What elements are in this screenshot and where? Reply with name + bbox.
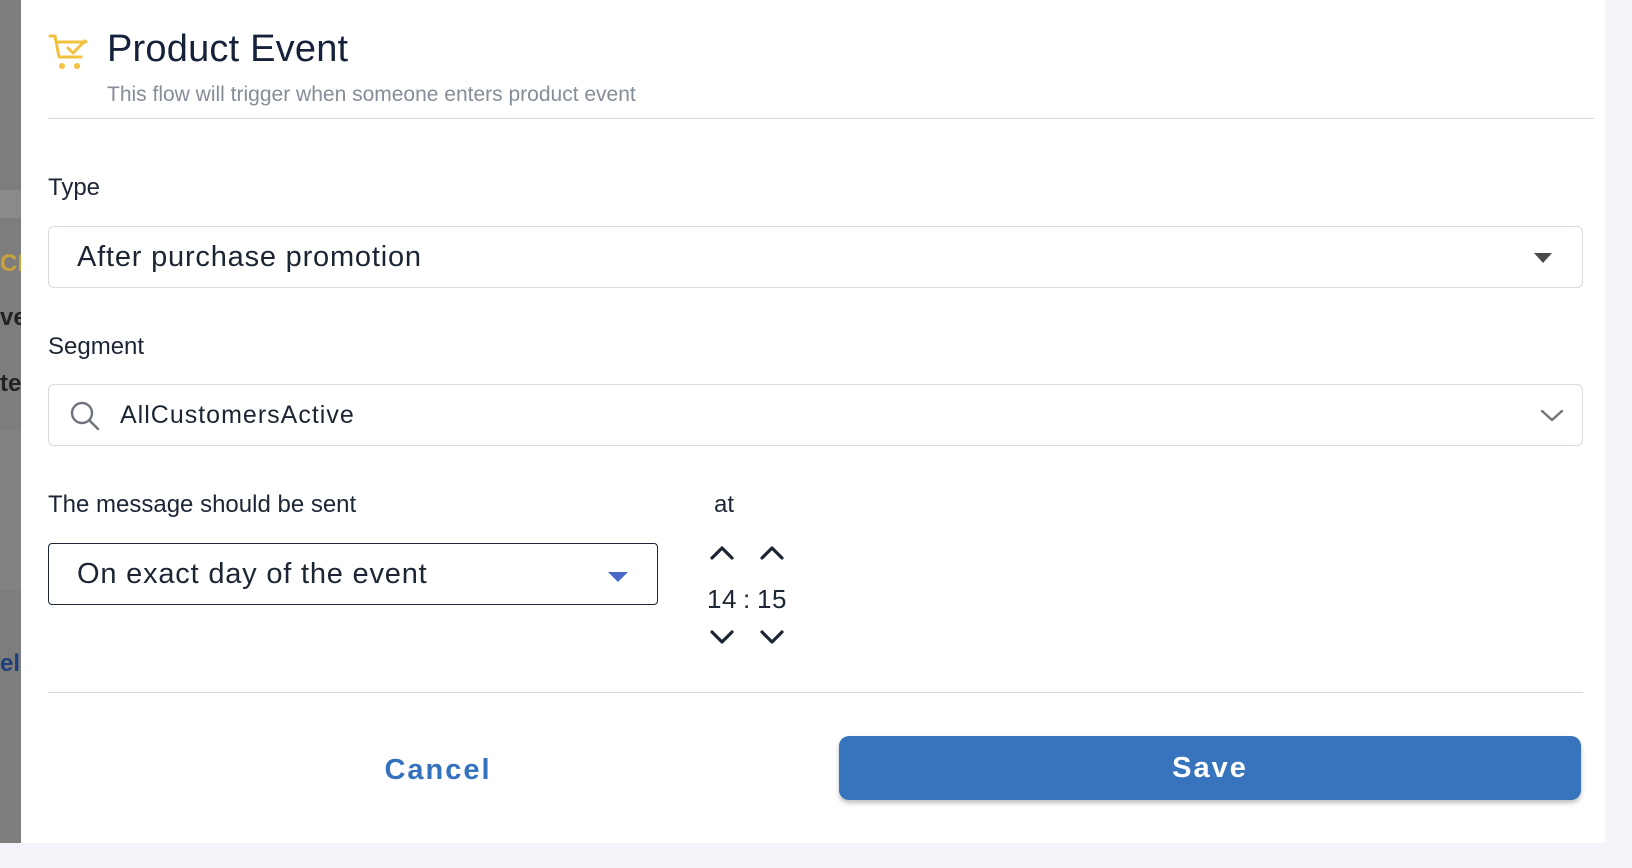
dialog-header: Product Event This flow will trigger whe… [48,24,1594,119]
segment-label: Segment [48,333,145,360]
segment-select-value: AllCustomersActive [120,401,355,429]
segment-select[interactable]: AllCustomersActive [48,384,1583,446]
minute-decrement-button[interactable] [757,624,787,650]
dialog-title: Product Event [107,28,349,70]
page-gutter-bottom [0,843,1632,868]
caret-down-icon [1534,253,1552,263]
cancel-button[interactable]: Cancel [298,738,578,802]
minute-value[interactable]: 15 [757,584,787,615]
product-event-dialog: Product Event This flow will trigger whe… [21,0,1605,843]
background-text: CE [0,250,22,277]
search-icon [70,401,100,431]
background-panel [0,430,22,590]
cart-check-icon [48,34,88,69]
save-button[interactable]: Save [839,736,1581,800]
type-label: Type [48,174,101,201]
type-select[interactable]: After purchase promotion [48,226,1583,288]
at-label: at [714,491,735,518]
background-text: el [0,650,21,677]
hour-value[interactable]: 14 [707,584,737,615]
dialog-subtitle: This flow will trigger when someone ente… [107,83,636,106]
background-text: te [0,370,22,397]
send-timing-select-value: On exact day of the event [77,558,428,590]
hour-decrement-button[interactable] [707,624,737,650]
page-gutter-right [1605,0,1632,868]
background-text: ve [0,304,22,331]
footer-divider [48,692,1583,693]
send-timing-label: The message should be sent [48,491,357,518]
caret-down-icon [608,572,628,582]
hour-increment-button[interactable] [707,540,737,566]
background-page: CE ve te el [0,0,22,843]
type-select-value: After purchase promotion [77,241,422,273]
time-separator: : [743,584,751,614]
time-picker: 14 : 15 [707,540,797,650]
chevron-down-icon [1540,409,1564,422]
minute-increment-button[interactable] [757,540,787,566]
send-timing-select[interactable]: On exact day of the event [48,543,658,605]
background-row [0,190,22,218]
